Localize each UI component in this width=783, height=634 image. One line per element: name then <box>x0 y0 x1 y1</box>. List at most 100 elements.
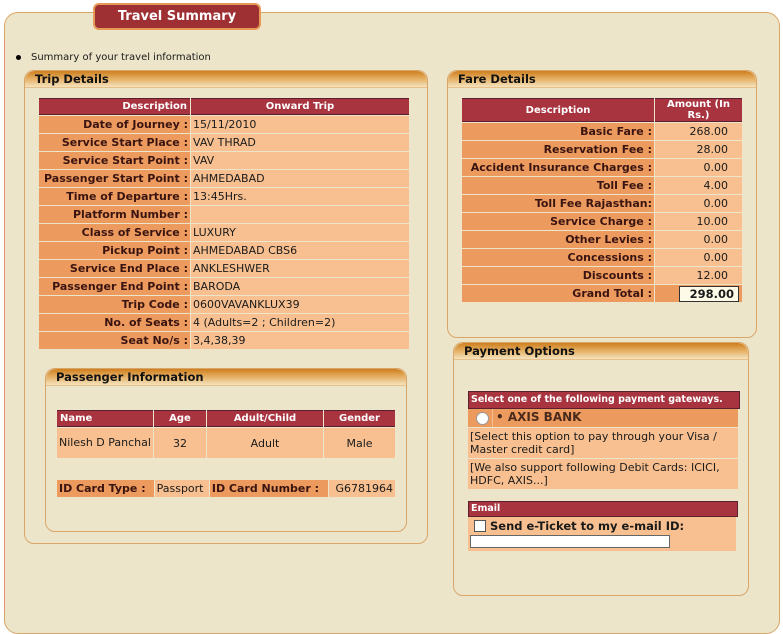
trip-detail-label: Platform Number : <box>39 206 190 223</box>
fare-amount: 10.00 <box>655 213 742 230</box>
email-section: Send e-Ticket to my e-mail ID: <box>468 517 736 551</box>
trip-detail-value: LUXURY <box>191 224 409 241</box>
fare-row: Toll Fee Rajasthan: 0.00 <box>462 195 742 212</box>
grand-total-value: 298.00 <box>679 285 739 302</box>
fare-amount: 0.00 <box>655 231 742 248</box>
passenger-info-title: Passenger Information <box>46 369 406 386</box>
col-onward-trip: Onward Trip <box>191 98 409 115</box>
summary-text: Summary of your travel information <box>16 52 211 63</box>
fare-row: Toll Fee :4.00 <box>462 177 742 194</box>
passenger-name: Nilesh D Panchal <box>57 428 153 458</box>
trip-detail-value: BARODA <box>191 278 409 295</box>
passenger-info-panel: Passenger Information Name Age Adult/Chi… <box>45 368 407 532</box>
col-adult-child: Adult/Child <box>207 410 323 427</box>
trip-detail-row: Pickup Point : AHMEDABAD CBS6 <box>39 242 409 259</box>
trip-detail-value <box>191 206 409 223</box>
send-eticket-checkbox[interactable] <box>474 520 486 532</box>
col-fare-description: Description <box>462 98 654 122</box>
trip-detail-value: 3,4,38,39 <box>191 332 409 349</box>
trip-detail-value: VAV THRAD <box>191 134 409 151</box>
page-title: Travel Summary <box>93 3 261 30</box>
trip-detail-label: Time of Departure : <box>39 188 190 205</box>
trip-detail-label: Service Start Point : <box>39 152 190 169</box>
payment-gateway-header: Select one of the following payment gate… <box>468 391 740 409</box>
fare-row: Other Levies :0.00 <box>462 231 742 248</box>
debit-card-note: [We also support following Debit Cards: … <box>468 459 738 489</box>
grand-total-label: Grand Total : <box>462 285 654 302</box>
fare-details-panel: Fare Details Description Amount (In Rs.)… <box>447 70 757 338</box>
fare-details-table: Description Amount (In Rs.) Basic Fare :… <box>461 97 743 303</box>
email-header: Email <box>468 501 738 517</box>
payment-options-title: Payment Options <box>454 343 748 360</box>
fare-amount: 0.00 <box>655 249 742 266</box>
id-card-number-label: ID Card Number : <box>209 480 329 497</box>
id-card-type-label: ID Card Type : <box>57 480 154 497</box>
bullet-icon <box>16 54 21 60</box>
col-name: Name <box>57 410 153 427</box>
fare-amount: 28.00 <box>655 141 742 158</box>
trip-details-title: Trip Details <box>25 71 427 88</box>
passenger-table: Name Age Adult/Child Gender Nilesh D Pan… <box>56 409 396 459</box>
trip-detail-row: Date of Journey :15/11/2010 <box>39 116 409 133</box>
fare-row: Service Charge :10.00 <box>462 213 742 230</box>
trip-detail-row: Class of Service : LUXURY <box>39 224 409 241</box>
fare-row: Reservation Fee :28.00 <box>462 141 742 158</box>
fare-amount: 12.00 <box>655 267 742 284</box>
axis-bank-label: • AXIS BANK <box>496 410 582 424</box>
trip-detail-value: ANKLESHWER <box>191 260 409 277</box>
email-input[interactable] <box>470 535 670 548</box>
payment-options-panel: Payment Options Select one of the follow… <box>453 342 749 596</box>
trip-detail-label: Passenger Start Point : <box>39 170 190 187</box>
fare-label: Other Levies : <box>462 231 654 248</box>
id-card-table: ID Card Type : Passport ID Card Number :… <box>56 479 396 498</box>
col-age: Age <box>154 410 206 427</box>
trip-detail-row: Passenger End Point : BARODA <box>39 278 409 295</box>
fare-row: Discounts :12.00 <box>462 267 742 284</box>
trip-detail-row: No. of Seats :4 (Adults=2 ; Children=2) <box>39 314 409 331</box>
trip-detail-label: Class of Service : <box>39 224 190 241</box>
passenger-type: Adult <box>207 428 323 458</box>
trip-detail-row: Platform Number : <box>39 206 409 223</box>
fare-label: Accident Insurance Charges : <box>462 159 654 176</box>
trip-detail-value: 15/11/2010 <box>191 116 409 133</box>
trip-detail-row: Service Start Place : VAV THRAD <box>39 134 409 151</box>
divider <box>492 409 493 427</box>
fare-row: Basic Fare :268.00 <box>462 123 742 140</box>
trip-details-table: Description Onward Trip Date of Journey … <box>38 97 410 350</box>
fare-amount: 4.00 <box>655 177 742 194</box>
trip-detail-label: Service Start Place : <box>39 134 190 151</box>
passenger-row: Nilesh D Panchal 32 Adult Male <box>57 428 395 458</box>
send-eticket-label: Send e-Ticket to my e-mail ID: <box>490 519 685 533</box>
fare-label: Toll Fee Rajasthan: <box>462 195 654 212</box>
axis-bank-option[interactable]: • AXIS BANK <box>468 409 738 427</box>
trip-detail-row: Service Start Point : VAV <box>39 152 409 169</box>
trip-detail-label: No. of Seats : <box>39 314 190 331</box>
passenger-age: 32 <box>154 428 206 458</box>
trip-detail-value: 4 (Adults=2 ; Children=2) <box>191 314 409 331</box>
credit-card-note: [Select this option to pay through your … <box>468 428 738 458</box>
fare-amount: 268.00 <box>655 123 742 140</box>
trip-details-panel: Trip Details Description Onward Trip Dat… <box>24 70 428 544</box>
trip-detail-label: Service End Place : <box>39 260 190 277</box>
fare-amount: 0.00 <box>655 195 742 212</box>
fare-amount: 0.00 <box>655 159 742 176</box>
axis-bank-radio[interactable] <box>476 412 489 425</box>
trip-detail-row: Time of Departure :13:45Hrs. <box>39 188 409 205</box>
id-card-number: G6781964 <box>329 480 395 497</box>
trip-detail-label: Date of Journey : <box>39 116 190 133</box>
fare-label: Reservation Fee : <box>462 141 654 158</box>
fare-row: Concessions :0.00 <box>462 249 742 266</box>
col-description: Description <box>39 98 190 115</box>
grand-total-row: Grand Total : 298.00 <box>462 285 742 302</box>
fare-label: Discounts : <box>462 267 654 284</box>
col-gender: Gender <box>324 410 395 427</box>
trip-detail-label: Trip Code : <box>39 296 190 313</box>
fare-label: Toll Fee : <box>462 177 654 194</box>
fare-label: Service Charge : <box>462 213 654 230</box>
left-border <box>4 40 5 611</box>
fare-details-title: Fare Details <box>448 71 756 88</box>
trip-detail-label: Passenger End Point : <box>39 278 190 295</box>
trip-detail-label: Pickup Point : <box>39 242 190 259</box>
fare-label: Concessions : <box>462 249 654 266</box>
trip-detail-label: Seat No/s : <box>39 332 190 349</box>
